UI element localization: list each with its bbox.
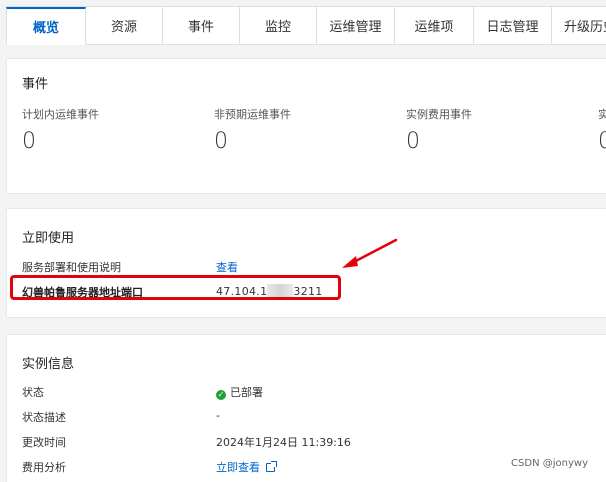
annotation-arrow-icon [342, 238, 398, 268]
tab-ops-management[interactable]: 运维管理 [317, 7, 395, 45]
events-title: 事件 [22, 77, 49, 92]
events-card: 事件 计划内运维事件 0 非预期运维事件 0 实例费用事件 0 实 0 [6, 58, 606, 194]
cost-analysis-label: 费用分析 [22, 461, 66, 474]
unexpected-events-label: 非预期运维事件 [214, 108, 291, 121]
cost-analysis-link-text[interactable]: 立即查看 [216, 461, 260, 474]
billing-events-label: 实例费用事件 [406, 108, 472, 121]
change-time-value: 2024年1月24日 11:39:16 [216, 436, 351, 449]
tab-bar: 概览 资源 事件 监控 运维管理 运维项 日志管理 升级历史 [0, 0, 606, 45]
tab-row: 概览 资源 事件 监控 运维管理 运维项 日志管理 升级历史 [6, 6, 606, 45]
tab-ops-items[interactable]: 运维项 [395, 7, 474, 45]
fourth-events-value: 0 [598, 129, 606, 154]
status-text: 已部署 [230, 386, 263, 399]
quick-use-card: 立即使用 服务部署和使用说明 查看 幻兽帕鲁服务器地址端口 47.104.1 32… [6, 208, 606, 318]
planned-events-label: 计划内运维事件 [22, 108, 99, 121]
watermark: CSDN @jonywy [511, 458, 588, 469]
billing-events-value: 0 [406, 129, 420, 154]
deploy-guide-label: 服务部署和使用说明 [22, 261, 121, 274]
tab-monitoring[interactable]: 监控 [240, 7, 317, 45]
instance-info-title: 实例信息 [22, 357, 75, 372]
planned-events-value: 0 [22, 129, 36, 154]
tab-log-management[interactable]: 日志管理 [474, 7, 552, 45]
fourth-events-label: 实 [598, 108, 606, 121]
tab-events[interactable]: 事件 [163, 7, 240, 45]
highlight-box [10, 275, 341, 300]
status-value: ✓ 已部署 [216, 384, 263, 400]
status-label: 状态 [22, 386, 44, 399]
unexpected-events-value: 0 [214, 129, 228, 154]
tab-upgrade-history[interactable]: 升级历史 [552, 7, 606, 45]
cost-analysis-link[interactable]: 立即查看 [216, 459, 277, 475]
external-link-icon[interactable] [266, 461, 277, 472]
status-desc-value: - [216, 409, 220, 422]
change-time-label: 更改时间 [22, 436, 66, 449]
quick-use-title: 立即使用 [22, 231, 75, 246]
deploy-guide-view-link[interactable]: 查看 [216, 259, 238, 275]
status-desc-label: 状态描述 [22, 411, 66, 424]
tab-overview[interactable]: 概览 [6, 7, 86, 45]
check-circle-icon: ✓ [216, 390, 226, 400]
tab-resources[interactable]: 资源 [86, 7, 163, 45]
